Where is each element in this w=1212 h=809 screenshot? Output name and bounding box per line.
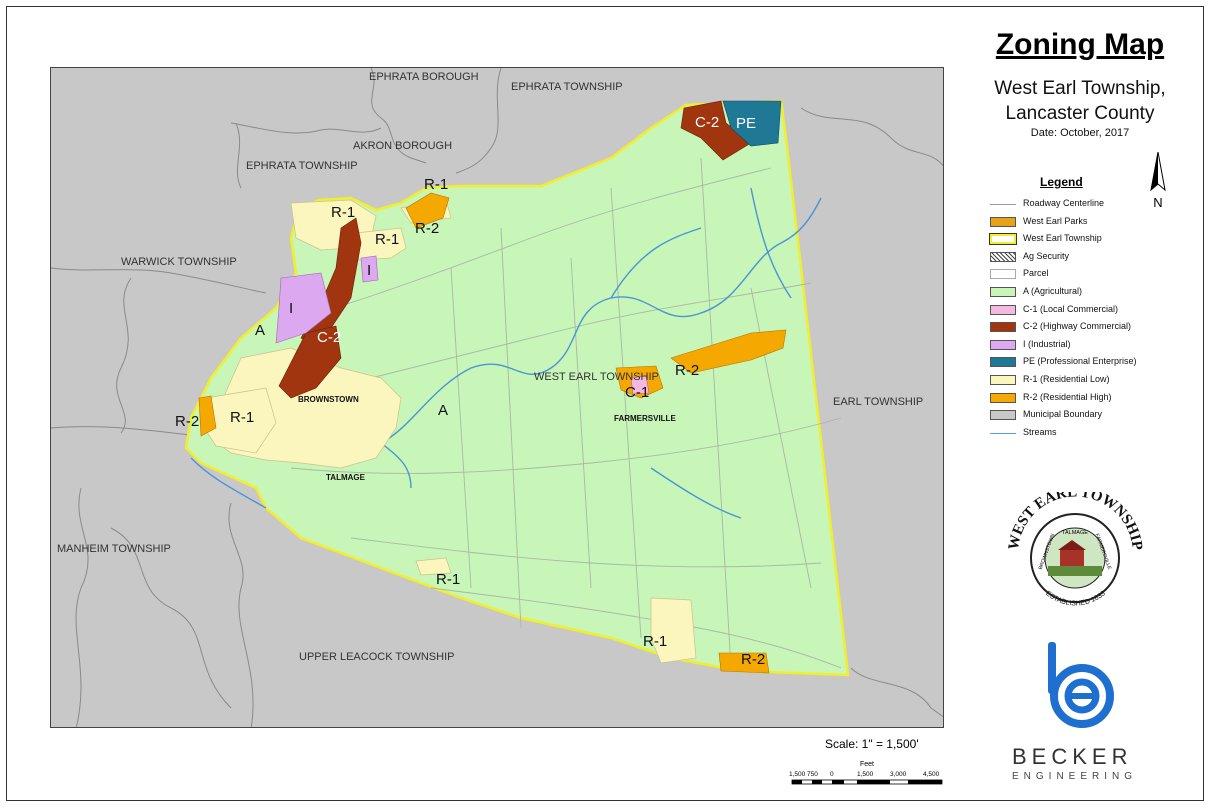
- scale-tick-0: 1,500: [789, 771, 806, 778]
- legend-label: R-2 (Residential High): [1023, 391, 1112, 402]
- legend-label: Municipal Boundary: [1023, 409, 1103, 420]
- township-seal: WEST EARL TOWNSHIP TALMAGE BROWNSTOWN FA…: [1006, 484, 1145, 610]
- zone-label-c1: C-1: [625, 384, 650, 401]
- scale-tick-4: 3,000: [890, 771, 907, 778]
- streams-swatch: [990, 432, 1016, 434]
- zone-label-r1-south: R-1: [436, 571, 461, 588]
- zone-label-r2-left: R-2: [175, 413, 200, 430]
- scale-tick-5: 4,500: [923, 771, 940, 778]
- legend-label: Roadway Centerline: [1023, 198, 1105, 208]
- label-earl-township: EARL TOWNSHIP: [833, 396, 924, 408]
- zone-label-r2-top: R-2: [415, 220, 440, 237]
- legend-item-r2: R-2 (Residential High): [990, 390, 1200, 408]
- zone-label-r1-top: R-1: [424, 176, 449, 193]
- c1-swatch: [990, 304, 1016, 315]
- label-farmersville: FARMERSVILLE: [614, 414, 676, 423]
- zone-label-a-west: A: [255, 322, 266, 339]
- label-warwick-township: WARWICK TOWNSHIP: [121, 256, 237, 268]
- zone-label-a-center: A: [438, 402, 449, 419]
- scale-bar: Feet 1,500 750 0 1,500 3,000 4,500: [787, 758, 947, 792]
- zone-label-r1-b: R-1: [375, 231, 400, 248]
- township-swatch: [989, 233, 1017, 246]
- ag-security-swatch: [990, 251, 1016, 262]
- legend-item-industrial: I (Industrial): [990, 337, 1200, 355]
- zone-label-r2-se: R-2: [741, 651, 766, 668]
- legend-label: R-1 (Residential Low): [1023, 373, 1110, 384]
- legend-item-agricultural: A (Agricultural): [990, 284, 1200, 302]
- zone-label-r1-a: R-1: [331, 204, 356, 221]
- label-talmage: TALMAGE: [326, 473, 365, 482]
- legend-label: Ag Security: [1023, 250, 1070, 261]
- legend-item-c1: C-1 (Local Commercial): [990, 302, 1200, 320]
- legend-label: A (Agricultural): [1023, 285, 1083, 296]
- map-title: Zoning Map: [995, 28, 1165, 61]
- label-manheim-township: MANHEIM TOWNSHIP: [57, 543, 171, 555]
- zone-label-r1-left: R-1: [230, 409, 255, 426]
- label-akron-borough: AKRON BOROUGH: [353, 140, 453, 152]
- subtitle-line1: West Earl Township,: [994, 78, 1166, 99]
- roadway-swatch: [990, 204, 1016, 205]
- municipal-swatch: [990, 410, 1016, 421]
- zone-label-r2-east: R-2: [675, 362, 700, 379]
- legend-label: C-1 (Local Commercial): [1023, 303, 1119, 314]
- legend-item-streams: Streams: [990, 425, 1200, 443]
- legend-label: Streams: [1023, 426, 1057, 437]
- legend-item-roadway: Roadway Centerline: [990, 196, 1200, 214]
- label-ephrata-township-top: EPHRATA TOWNSHIP: [511, 81, 623, 93]
- scale-tick-1: 750: [807, 771, 818, 778]
- legend-label: PE (Professional Enterprise): [1023, 356, 1137, 367]
- legend-label: West Earl Township: [1023, 233, 1102, 244]
- r2-swatch: [990, 392, 1016, 403]
- parcel-swatch: [990, 269, 1016, 280]
- legend-item-c2: C-2 (Highway Commercial): [990, 319, 1200, 337]
- zone-label-c2-top: C-2: [695, 114, 720, 131]
- zone-label-r1-se: R-1: [643, 633, 668, 650]
- zone-label-i-b: I: [367, 262, 372, 279]
- legend-item-pe: PE (Professional Enterprise): [990, 354, 1200, 372]
- pe-swatch: [990, 357, 1016, 368]
- legend-item-parcel: Parcel: [990, 266, 1200, 284]
- scale-unit: Feet: [860, 761, 874, 768]
- label-upper-leacock-township: UPPER LEACOCK TOWNSHIP: [299, 651, 455, 663]
- scale-tick-3: 1,500: [857, 771, 874, 778]
- legend-item-township: West Earl Township: [989, 231, 1200, 249]
- scale-tick-2: 0: [830, 771, 834, 778]
- industrial-swatch: [990, 339, 1016, 350]
- becker-name: BECKER: [1012, 744, 1133, 769]
- zoning-map[interactable]: EPHRATA BOROUGH EPHRATA TOWNSHIP AKRON B…: [50, 67, 944, 728]
- c2-swatch: [990, 322, 1016, 333]
- legend-label: West Earl Parks: [1023, 215, 1088, 226]
- label-ephrata-borough: EPHRATA BOROUGH: [369, 71, 479, 83]
- label-brownstown: BROWNSTOWN: [298, 395, 359, 404]
- agricultural-swatch: [990, 286, 1016, 297]
- map-date: Date: October, 2017: [1030, 127, 1130, 139]
- legend-title: Legend: [1040, 175, 1083, 189]
- legend-label: I (Industrial): [1023, 338, 1071, 349]
- legend-label: C-2 (Highway Commercial): [1023, 321, 1132, 332]
- becker-subtitle: ENGINEERING: [1012, 771, 1138, 782]
- zone-label-c2-mid: C-2: [317, 329, 342, 346]
- map-subtitle: West Earl Township, Lancaster County: [960, 76, 1200, 126]
- seal-ring-top: TALMAGE: [1062, 530, 1088, 536]
- parks-swatch: [990, 216, 1016, 227]
- zone-label-pe: PE: [736, 115, 757, 132]
- legend-label: Parcel: [1023, 268, 1049, 279]
- r1-swatch: [990, 374, 1016, 385]
- label-west-earl-township: WEST EARL TOWNSHIP: [534, 371, 659, 383]
- scale-text: Scale: 1" = 1,500': [825, 737, 919, 751]
- legend-item-municipal: Municipal Boundary: [990, 407, 1200, 425]
- legend-item-r1: R-1 (Residential Low): [990, 372, 1200, 390]
- legend: Roadway Centerline West Earl Parks West …: [989, 196, 1200, 443]
- subtitle-line2: Lancaster County: [1005, 103, 1155, 124]
- label-ephrata-township-left: EPHRATA TOWNSHIP: [246, 160, 358, 172]
- legend-item-parks: West Earl Parks: [990, 214, 1200, 232]
- zone-label-i-a: I: [289, 300, 294, 317]
- map-canvas: [51, 68, 943, 727]
- legend-item-ag-security: Ag Security: [990, 249, 1200, 267]
- becker-logo-icon: [1040, 638, 1120, 736]
